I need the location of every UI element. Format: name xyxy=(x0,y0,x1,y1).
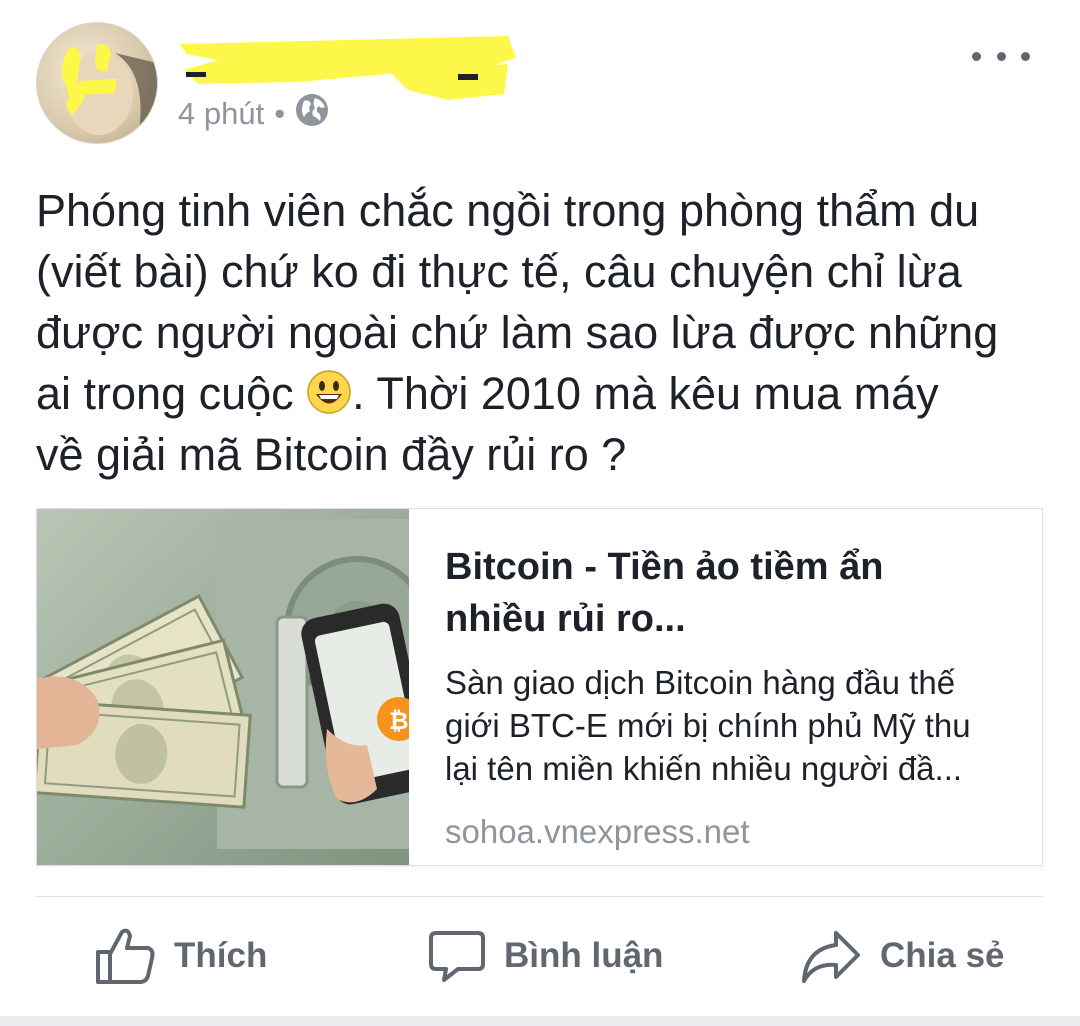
link-title[interactable]: Bitcoin - Tiền ảo tiềm ẩn nhiều rủi ro..… xyxy=(445,541,1015,645)
feed-post: 4 phút • Phóng tinh viên chắc ngồi trong… xyxy=(0,0,1080,1016)
post-text-line: (viết bài) chứ ko đi thực tế, câu chuyện… xyxy=(36,246,962,297)
post-text-line: Phóng tinh viên chắc ngồi trong phòng th… xyxy=(36,185,980,236)
post-text: Phóng tinh viên chắc ngồi trong phòng th… xyxy=(36,180,1056,485)
divider xyxy=(36,896,1043,897)
comment-button[interactable]: Bình luận xyxy=(428,920,663,992)
comment-label: Bình luận xyxy=(504,936,664,975)
link-description-line: giới BTC-E mới bị chính phủ Mỹ thu xyxy=(445,707,971,744)
like-button[interactable]: Thích xyxy=(94,920,267,992)
smiley-emoji xyxy=(307,370,351,414)
avatar-image xyxy=(61,44,157,143)
post-text-line: được người ngoài chứ làm sao lừa được nh… xyxy=(36,307,999,358)
share-icon xyxy=(802,931,860,983)
post-time[interactable]: 4 phút xyxy=(178,96,264,132)
post-text-line: về giải mã Bitcoin đầy rủi ro ? xyxy=(36,429,627,480)
share-label: Chia sẻ xyxy=(880,936,1005,975)
link-description: Sàn giao dịch Bitcoin hàng đầu thế giới … xyxy=(445,661,1015,790)
meta-separator: • xyxy=(274,96,286,131)
globe-icon[interactable] xyxy=(295,93,329,135)
more-icon[interactable] xyxy=(972,44,1030,68)
like-icon xyxy=(96,928,155,984)
svg-text:₿: ₿ xyxy=(389,707,409,735)
post-text-line: ai trong cuộc . Thời 2010 mà kêu mua máy xyxy=(36,363,1056,424)
link-description-line: Sàn giao dịch Bitcoin hàng đầu thế xyxy=(445,664,956,701)
comment-icon xyxy=(429,931,485,982)
author-name-redacted[interactable] xyxy=(178,30,518,100)
feed-separator xyxy=(0,1016,1080,1026)
link-title-line: Bitcoin - Tiền ảo tiềm ẩn xyxy=(445,546,884,588)
link-title-line: nhiều rủi ro... xyxy=(445,598,686,640)
link-domain: sohoa.vnexpress.net xyxy=(445,813,750,850)
post-text-fragment: ai trong cuộc xyxy=(36,368,307,419)
link-description-line: lại tên miền khiến nhiều người đầ... xyxy=(445,750,963,787)
post-text-fragment: . Thời 2010 mà kêu mua máy xyxy=(352,368,939,419)
author-avatar[interactable] xyxy=(36,22,158,144)
link-preview-image[interactable]: ₿ xyxy=(37,509,409,865)
share-button[interactable]: Chia sẻ xyxy=(800,920,1005,992)
link-preview-card[interactable]: ₿ Bitcoin - Tiền ảo tiềm ẩn nhiều rủi ro… xyxy=(36,508,1043,866)
post-meta: 4 phút • xyxy=(178,94,329,134)
like-label: Thích xyxy=(174,936,268,975)
